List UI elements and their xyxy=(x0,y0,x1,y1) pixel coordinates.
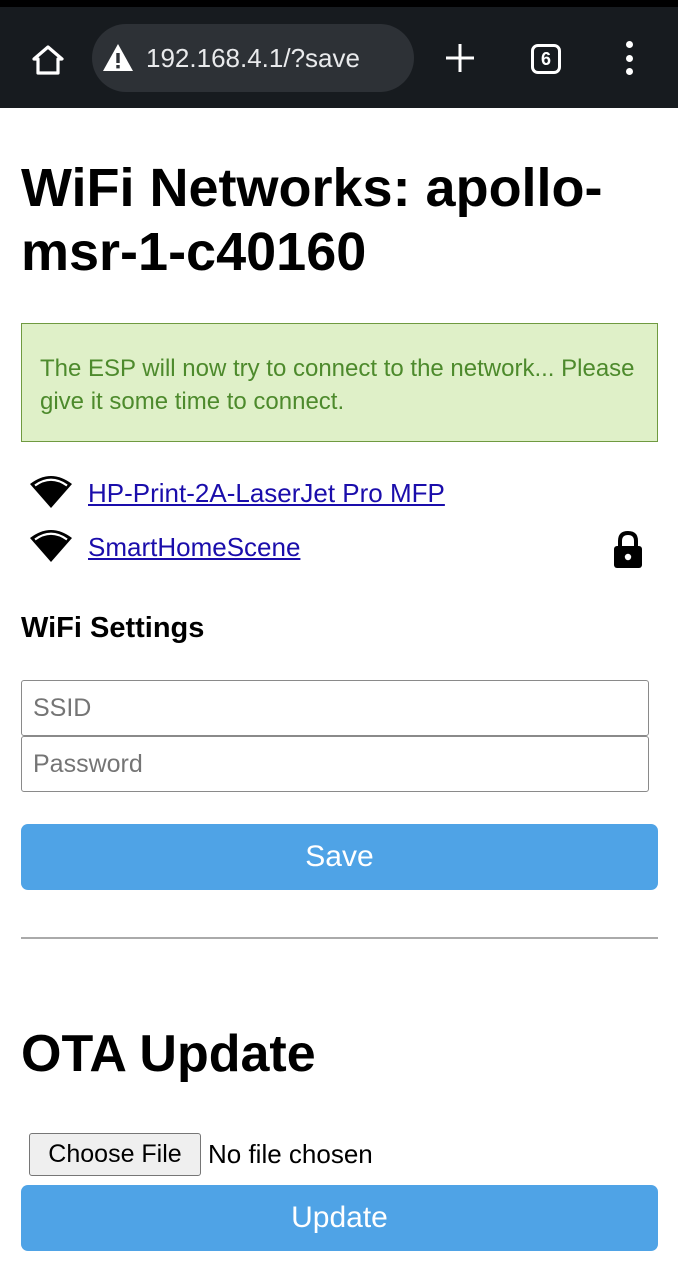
update-button[interactable]: Update xyxy=(21,1185,658,1251)
page-title: WiFi Networks: apollo-msr-1-c40160 xyxy=(21,158,603,282)
ota-update-heading: OTA Update xyxy=(21,1025,316,1083)
wifi-signal-icon xyxy=(30,530,72,562)
new-tab-button[interactable] xyxy=(436,36,484,80)
save-button[interactable]: Save xyxy=(21,824,658,890)
not-secure-warning-icon[interactable] xyxy=(102,42,134,74)
network-list-item: SmartHomeScene xyxy=(21,526,658,570)
lock-icon xyxy=(614,530,642,568)
home-button[interactable] xyxy=(24,40,72,80)
tab-switcher-button[interactable]: 6 xyxy=(526,40,566,78)
network-link-hp-print[interactable]: HP-Print-2A-LaserJet Pro MFP xyxy=(88,472,445,514)
tab-count-badge: 6 xyxy=(531,44,561,74)
choose-file-button[interactable]: Choose File xyxy=(29,1133,201,1176)
home-icon xyxy=(32,45,64,75)
browser-toolbar: 192.168.4.1/?save 6 xyxy=(0,0,678,108)
network-link-smarthomescene[interactable]: SmartHomeScene xyxy=(88,526,300,568)
plus-icon xyxy=(446,44,474,72)
network-list-item: HP-Print-2A-LaserJet Pro MFP xyxy=(21,472,658,516)
file-status-text: No file chosen xyxy=(208,1139,373,1169)
menu-dot-icon xyxy=(625,54,633,62)
ssid-input[interactable] xyxy=(21,680,649,736)
menu-dot-icon xyxy=(625,68,633,75)
url-text: 192.168.4.1/?save xyxy=(146,43,360,73)
section-divider xyxy=(21,937,658,939)
address-bar[interactable]: 192.168.4.1/?save xyxy=(92,24,414,92)
wifi-signal-icon xyxy=(30,476,72,508)
password-input[interactable] xyxy=(21,736,649,792)
connection-notice: The ESP will now try to connect to the n… xyxy=(21,323,658,442)
menu-dot-icon xyxy=(625,41,633,48)
browser-menu-button[interactable] xyxy=(612,38,646,78)
status-bar-strip xyxy=(0,0,678,7)
wifi-settings-heading: WiFi Settings xyxy=(21,612,205,644)
